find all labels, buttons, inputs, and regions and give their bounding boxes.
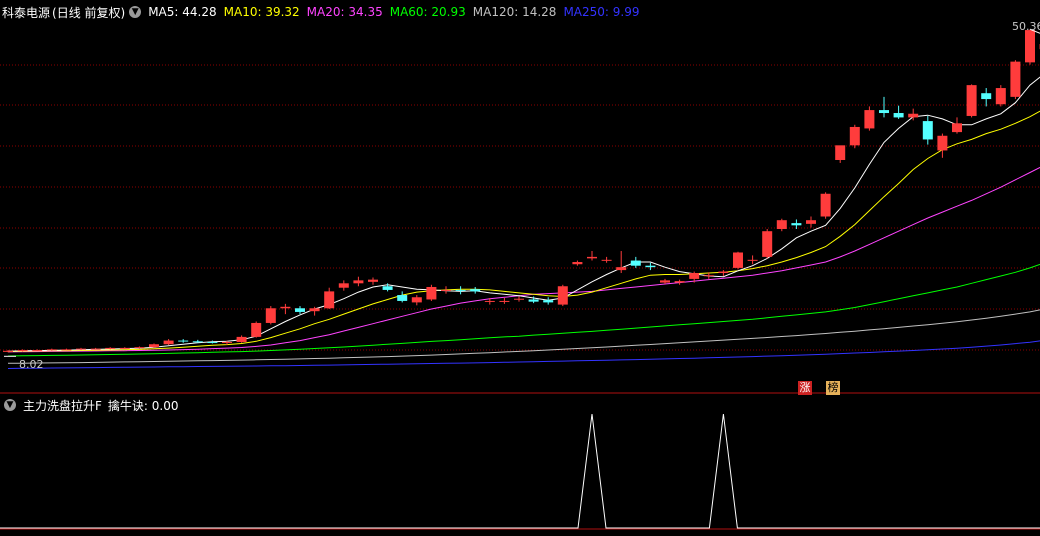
candle-body [17,350,28,352]
candle-body [46,349,57,351]
ma10-label: MA10: 39.32 [223,5,300,19]
ma10-line [7,110,1040,353]
candle-body [543,300,554,303]
ranking-marker[interactable]: 榜 [826,381,840,395]
candle-body [835,145,846,160]
candle-body [207,342,218,344]
ma60-label: MA60: 20.93 [389,5,466,19]
candle-body [499,300,510,302]
candle-body [747,259,758,261]
settings-toggle-icon[interactable]: ▼ [129,6,142,18]
candle-body [587,256,597,259]
limit-up-marker[interactable]: 涨 [798,381,812,395]
candle-body [455,289,466,291]
candle-body [791,223,802,226]
candle-body [762,231,773,257]
ma120-label: MA120: 14.28 [472,5,557,19]
candlestick-chart[interactable] [0,0,1040,536]
indicator-toggle-icon[interactable]: ▼ [4,399,16,411]
candle-body [820,193,831,217]
candle-body [397,295,408,301]
indicator-line [0,413,1040,529]
candle-body [338,283,349,288]
candle-body [295,308,305,312]
candle-body [776,220,787,229]
ma5-label: MA5: 44.28 [148,5,217,19]
candle-body [426,286,437,300]
candle-body [806,220,816,224]
candle-body [105,347,116,349]
ma20-label: MA20: 34.35 [306,5,383,19]
candle-body [718,271,729,274]
candle-body [61,349,72,351]
candle-body [528,299,539,302]
candle-body [557,286,568,305]
candle-body [119,347,130,349]
ma120-line [7,309,1040,364]
indicator-header: ▼ 主力洗盘拉升F 擒牛诀: 0.00 [2,396,185,414]
stock-name: 科泰电源 [2,5,51,20]
candle-body [441,289,451,291]
candle-body [382,286,393,290]
candle-body [937,135,948,151]
candle-body [192,341,203,343]
candle-body [309,308,320,312]
candle-body [470,289,481,292]
candle-body [922,121,933,140]
candle-body [995,88,1006,105]
candle-body [514,298,524,300]
ma250-label: MA250: 9.99 [563,5,640,19]
indicator-value: 擒牛诀: 0.00 [107,398,179,413]
candle-body [689,273,700,279]
candle-body [280,306,291,309]
candle-body [149,344,159,348]
candle-body [76,348,86,350]
candle-body [864,110,875,129]
candle-body [879,110,889,114]
ma60-line [7,263,1040,357]
candle-body [645,265,656,268]
candle-body [966,85,977,116]
candle-body [368,279,378,282]
chart-header: 科泰电源 (日线 前复权) ▼ MA5: 44.28 MA10: 39.32 M… [2,3,647,21]
candle-body [733,252,743,268]
candle-body [1010,61,1021,97]
indicator-name: 主力洗盘拉升F [23,398,102,413]
candle-body [3,350,13,352]
candle-body [703,275,714,277]
candle-body [484,300,495,302]
candle-body [411,297,422,303]
low-price-label: 8.02 [19,358,44,371]
candle-body [32,350,43,352]
candle-body [601,259,612,261]
candle-body [981,93,992,100]
candle-body [324,291,335,309]
candle-body [630,260,641,266]
candle-body [353,280,364,284]
candle-body [90,348,101,350]
candle-body [163,340,174,345]
candle-body [952,123,962,133]
candle-body [572,262,583,265]
candle-body [251,322,262,337]
candle-body [674,281,685,283]
candle-body [616,267,627,271]
candle-body [893,113,904,118]
candle-body [134,347,145,349]
candle-body [660,280,670,283]
candle-body [908,113,919,118]
candle-body [849,126,860,146]
ma5-line [7,76,1040,352]
period-label: (日线 前复权) [52,5,126,20]
high-price-label: 50.36 [1012,20,1040,33]
candle-body [265,308,276,323]
candle-body [222,342,232,344]
candle-body [178,340,189,342]
candle-body [1025,30,1035,63]
candle-body [236,336,247,343]
